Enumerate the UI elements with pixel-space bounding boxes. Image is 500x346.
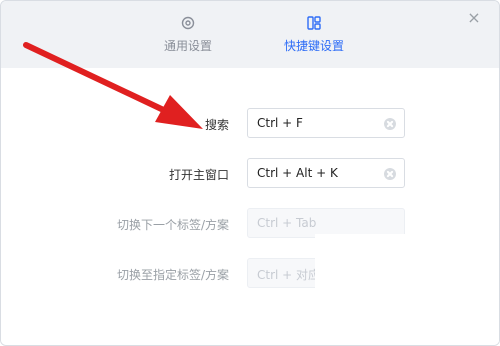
hotkey-label: 切换至指定标签/方案 <box>116 268 229 282</box>
hotkey-value: Ctrl + 对应 <box>257 268 321 282</box>
tab-hotkey-settings[interactable]: 快捷键设置 <box>264 15 364 54</box>
hotkey-input[interactable]: Ctrl + Alt + K <box>247 158 405 188</box>
hotkey-label: 打开主窗口 <box>168 168 229 182</box>
hotkey-label: 搜索 <box>204 118 229 132</box>
tab-header: 通用设置 快捷键设置 × <box>1 1 499 68</box>
layout-icon <box>307 16 321 30</box>
white-overlay <box>315 234 499 345</box>
tab-hotkey-label: 快捷键设置 <box>283 39 344 53</box>
hotkey-value: Ctrl + Alt + K <box>257 166 338 180</box>
close-icon[interactable]: × <box>467 10 481 26</box>
tab-general-settings[interactable]: 通用设置 <box>138 15 238 54</box>
hotkey-input[interactable]: Ctrl + F <box>247 108 405 138</box>
gear-icon <box>181 16 195 30</box>
hotkey-row-open-main-window: 打开主窗口 Ctrl + Alt + K <box>1 158 499 190</box>
hotkey-value: Ctrl + F <box>257 116 303 130</box>
clear-icon[interactable] <box>384 168 396 180</box>
hotkey-value: Ctrl + Tab <box>257 216 317 230</box>
settings-dialog: 通用设置 快捷键设置 × 搜索 Ctrl + F 打开主窗口 Ctrl + Al… <box>0 0 500 346</box>
clear-icon[interactable] <box>384 118 396 130</box>
hotkey-label: 切换下一个标签/方案 <box>116 218 229 232</box>
hotkey-row-search: 搜索 Ctrl + F <box>1 108 499 140</box>
tab-general-label: 通用设置 <box>163 39 212 53</box>
